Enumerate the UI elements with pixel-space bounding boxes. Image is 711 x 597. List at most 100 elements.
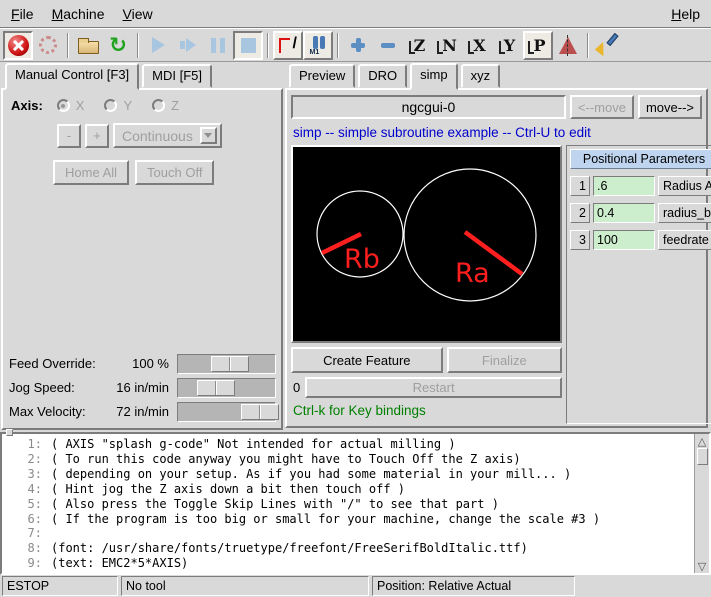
tab-mdi[interactable]: MDI [F5] (142, 64, 212, 88)
machine-power-button[interactable] (33, 31, 63, 60)
chevron-down-icon (200, 127, 217, 144)
subroutine-description: simp -- simple subroutine example -- Ctr… (293, 125, 702, 140)
estop-icon (8, 35, 29, 56)
stop-button[interactable] (233, 31, 263, 60)
positional-parameters-header: Positional Parameters (570, 149, 711, 169)
preview-image: Rb Ra (293, 147, 560, 341)
finalize-button[interactable]: Finalize (447, 347, 562, 373)
toolbar-separator (137, 33, 139, 58)
view-y-button[interactable]: Y (493, 31, 523, 60)
jog-speed-label: Jog Speed: (9, 380, 104, 395)
ra-label: Ra (455, 258, 490, 289)
rotate-view-button[interactable] (553, 31, 583, 60)
tab-manual-control[interactable]: Manual Control [F3] (5, 63, 139, 90)
menu-help[interactable]: Help (662, 2, 709, 26)
ngcgui-frame: ngcgui-0 <--move move--> simp -- simple … (285, 88, 708, 428)
letter-y-icon: Y (499, 36, 517, 55)
parameter-row: 1 Radius A (570, 176, 711, 196)
reload-icon: ↻ (109, 35, 127, 56)
parameter-name: feedrate (658, 230, 711, 250)
letter-x-icon: X (468, 36, 487, 55)
left-panel-spacer (9, 185, 276, 352)
run-icon (152, 37, 165, 53)
tab-simp[interactable]: simp (410, 63, 457, 90)
move-left-button[interactable]: <--move (570, 95, 634, 119)
axis-row: Axis: X Y Z (11, 98, 276, 113)
stop-icon (241, 38, 256, 53)
ngcgui-header-row: ngcgui-0 <--move move--> (291, 95, 702, 119)
parameter-value-input[interactable] (593, 176, 655, 196)
axis-y-label: Y (123, 98, 132, 113)
move-right-button[interactable]: move--> (638, 95, 702, 119)
folder-icon (78, 41, 99, 54)
run-button[interactable] (143, 31, 173, 60)
tab-dro[interactable]: DRO (358, 64, 407, 88)
slider-handle[interactable] (241, 404, 279, 420)
ngcgui-name-entry[interactable]: ngcgui-0 (291, 95, 566, 119)
view-p-button[interactable]: P (523, 31, 553, 60)
menu-view[interactable]: View (114, 2, 162, 26)
gcode-line: 4:( Hint jog the Z axis down a bit then … (6, 482, 694, 497)
pane-sash-grip[interactable] (6, 429, 13, 436)
jog-plus-button[interactable]: + (85, 124, 109, 148)
clear-plot-button[interactable] (593, 31, 623, 60)
gcode-line: 5:( Also press the Toggle Skip Lines wit… (6, 497, 694, 512)
toggle-optional-pause-button[interactable]: M1 (303, 31, 333, 60)
zoom-in-button[interactable] (343, 31, 373, 60)
toolbar-separator (337, 33, 339, 58)
ngcgui-main-columns: Rb Ra Create Feature Finalize 0 Restart … (291, 145, 702, 424)
jog-minus-button[interactable]: - (57, 124, 81, 148)
menu-machine[interactable]: Machine (43, 2, 114, 26)
menu-file[interactable]: File (2, 2, 43, 26)
open-file-button[interactable] (73, 31, 103, 60)
preview-column: Rb Ra Create Feature Finalize 0 Restart … (291, 145, 562, 424)
scroll-down-icon[interactable]: ▽ (696, 559, 709, 573)
gcode-line: 8:(font: /usr/share/fonts/truetype/freef… (6, 541, 694, 556)
view-x-button[interactable]: X (463, 31, 493, 60)
home-row: Home All Touch Off (53, 160, 276, 185)
axis-z-radio[interactable] (152, 99, 165, 112)
feed-override-slider[interactable] (177, 354, 276, 374)
jog-speed-slider[interactable] (177, 378, 276, 398)
minus-icon (381, 43, 395, 48)
feed-override-label: Feed Override: (9, 356, 104, 371)
tab-preview[interactable]: Preview (289, 64, 355, 88)
parameter-value-input[interactable] (593, 230, 655, 250)
slider-handle[interactable] (211, 356, 249, 372)
view-z-button[interactable]: Z (403, 31, 433, 60)
pause-button[interactable] (203, 31, 233, 60)
estop-button[interactable] (3, 31, 33, 60)
key-bindings-hint: Ctrl-k for Key bindings (293, 403, 562, 418)
scrollbar-thumb[interactable] (697, 448, 708, 465)
restart-button[interactable]: Restart (305, 377, 562, 398)
axis-window: File Machine View Help ↻ / M1 Z N X Y P (0, 0, 711, 597)
restart-count: 0 (291, 380, 300, 395)
gcode-lines: 1:( AXIS "splash g-code" Not intended fo… (2, 434, 694, 573)
gcode-scrollbar[interactable]: △ ▽ (694, 434, 709, 573)
scroll-up-icon[interactable]: △ (696, 434, 709, 448)
max-velocity-value: 72 in/min (104, 404, 177, 419)
status-machine-state: ESTOP (2, 576, 118, 596)
zoom-out-button[interactable] (373, 31, 403, 60)
step-button[interactable] (173, 31, 203, 60)
home-all-button[interactable]: Home All (53, 160, 129, 185)
axis-x-radio[interactable] (57, 99, 70, 112)
slider-handle[interactable] (197, 380, 235, 396)
letter-n-icon: N (437, 36, 459, 55)
reload-button[interactable]: ↻ (103, 31, 133, 60)
axis-y-radio[interactable] (104, 99, 117, 112)
gcode-text-area[interactable]: 1:( AXIS "splash g-code" Not intended fo… (0, 432, 711, 575)
max-velocity-slider[interactable] (177, 402, 276, 422)
view-z2-button[interactable]: N (433, 31, 463, 60)
parameter-value-input[interactable] (593, 203, 655, 223)
toggle-skip-lines-button[interactable]: / (273, 31, 303, 60)
status-filler (578, 576, 709, 596)
touch-off-button[interactable]: Touch Off (135, 160, 214, 185)
tab-xyz[interactable]: xyz (461, 64, 501, 88)
left-tabbar: Manual Control [F3] MDI [F5] (0, 62, 284, 88)
letter-z-icon: Z (409, 36, 428, 55)
create-feature-button[interactable]: Create Feature (291, 347, 443, 373)
status-tool: No tool (121, 576, 369, 596)
jog-mode-select[interactable]: Continuous (113, 123, 222, 148)
rotate-cone-icon (559, 37, 577, 54)
